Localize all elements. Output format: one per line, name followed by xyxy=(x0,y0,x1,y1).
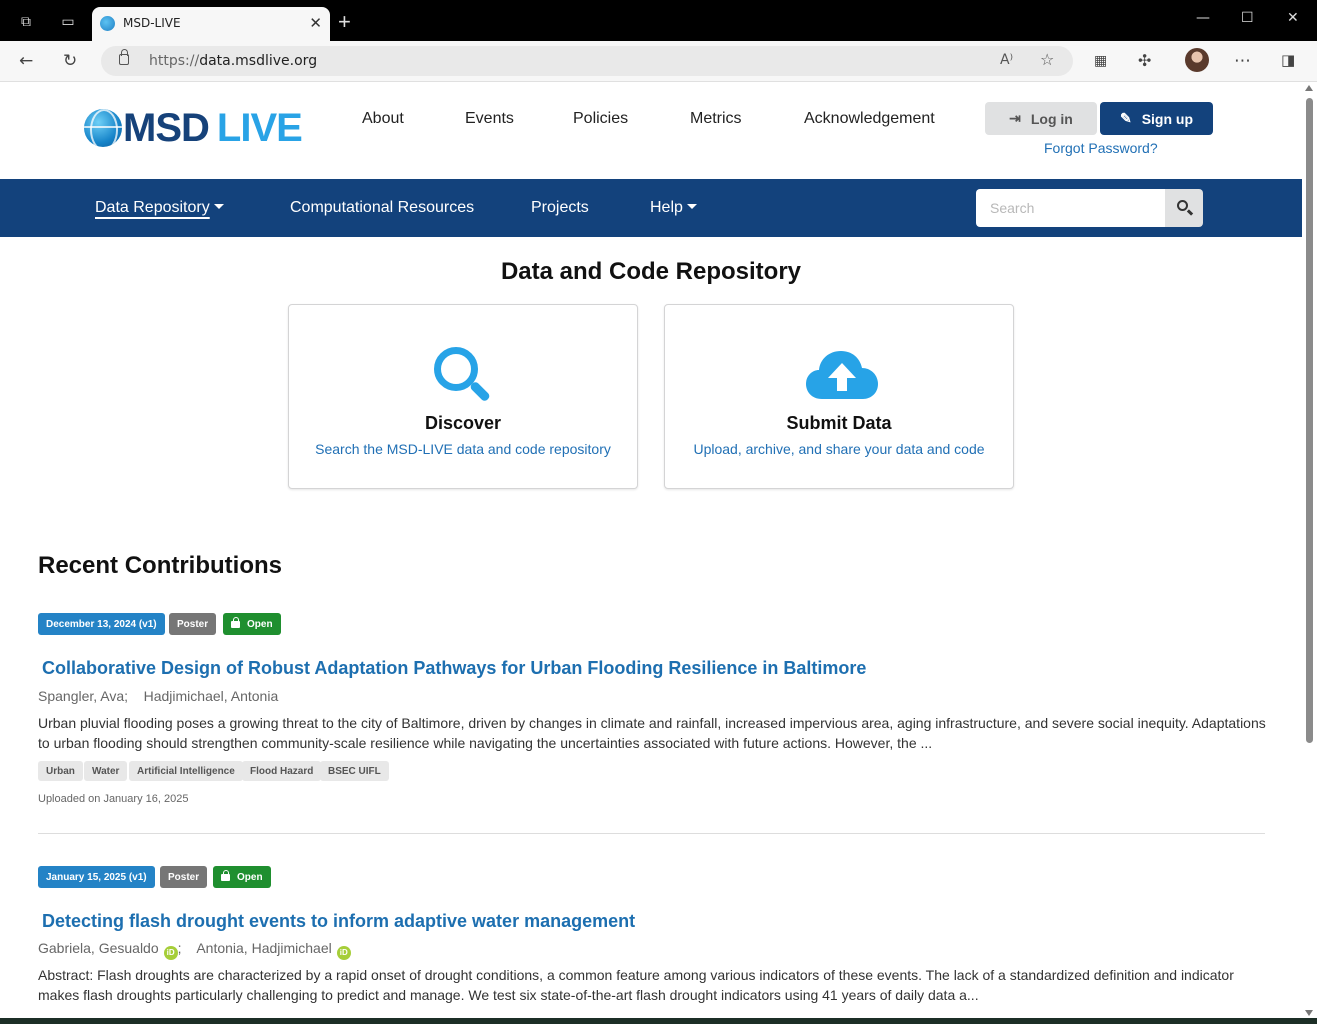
forgot-password-link[interactable]: Forgot Password? xyxy=(1044,140,1158,156)
scroll-up-icon[interactable] xyxy=(1305,85,1313,91)
card-title: Submit Data xyxy=(786,413,892,433)
caret-down-icon xyxy=(686,204,697,209)
access-badge: Open xyxy=(213,866,271,888)
taskbar-edge xyxy=(0,1018,1317,1024)
divider xyxy=(38,833,1265,834)
card-subtitle[interactable]: Search the MSD-LIVE data and code reposi… xyxy=(289,441,637,457)
search-icon xyxy=(434,347,492,405)
globe-logo-icon xyxy=(84,109,122,147)
scrollbar-thumb[interactable] xyxy=(1306,98,1313,743)
unlock-icon xyxy=(231,616,240,628)
nav-data-repository[interactable]: Data Repository xyxy=(95,199,224,217)
nav-policies[interactable]: Policies xyxy=(573,110,628,128)
resource-type-badge: Poster xyxy=(160,866,208,888)
read-aloud-icon[interactable]: A⁾ xyxy=(1000,52,1013,68)
globe-favicon-icon xyxy=(100,16,115,31)
version-date-badge: January 15, 2025 (v1) xyxy=(38,866,155,888)
more-menu-icon[interactable]: ⋯ xyxy=(1234,51,1251,71)
author-link[interactable]: Spangler, Ava xyxy=(38,688,124,704)
tab-actions-icon[interactable]: ▭ xyxy=(60,13,76,29)
resource-type-badge: Poster xyxy=(169,613,217,635)
browser-titlebar: ⧉ ▭ MSD-LIVE ✕ + — ☐ ✕ xyxy=(0,0,1317,41)
card-title: Discover xyxy=(424,413,502,433)
nav-help[interactable]: Help xyxy=(650,199,697,217)
workspaces-icon[interactable]: ⧉ xyxy=(18,13,34,29)
login-label: Log in xyxy=(1030,110,1073,127)
access-badge: Open xyxy=(223,613,281,635)
search-icon xyxy=(1177,200,1188,211)
new-tab-icon[interactable]: + xyxy=(338,9,351,35)
logo-text-msd: MSD xyxy=(123,105,210,150)
caret-down-icon xyxy=(213,204,224,209)
login-button[interactable]: ⇥ Log in xyxy=(985,102,1097,135)
address-bar[interactable]: https://data.msdlive.org A⁾ ☆ xyxy=(101,46,1073,76)
maximize-icon[interactable]: ☐ xyxy=(1241,10,1254,26)
lock-icon[interactable] xyxy=(119,49,129,65)
keyword-tag[interactable]: Flood Hazard xyxy=(242,761,322,781)
cloud-upload-icon xyxy=(806,351,878,399)
signup-button[interactable]: ✎ Sign up xyxy=(1100,102,1213,135)
record-title-link[interactable]: Detecting flash drought events to inform… xyxy=(42,911,635,932)
unlock-icon xyxy=(221,869,230,881)
nav-computational-resources[interactable]: Computational Resources xyxy=(290,199,474,217)
record-title-link[interactable]: Collaborative Design of Robust Adaptatio… xyxy=(42,658,866,679)
nav-events[interactable]: Events xyxy=(465,110,514,128)
recent-contributions-heading: Recent Contributions xyxy=(38,552,282,579)
extensions-icon[interactable]: ✣ xyxy=(1138,51,1151,70)
nav-metrics[interactable]: Metrics xyxy=(690,110,742,128)
msdlive-logo[interactable]: MSD LIVE xyxy=(84,105,303,150)
record-authors: Spangler, Ava; Hadjimichael, Antonia xyxy=(38,688,279,704)
page-viewport: MSD LIVE About Events Policies Metrics A… xyxy=(0,82,1302,1018)
record-abstract: Abstract: Flash droughts are characteriz… xyxy=(38,967,1234,1003)
close-tab-icon[interactable]: ✕ xyxy=(309,14,322,32)
sidebar-toggle-icon[interactable]: ◨ xyxy=(1281,51,1295,69)
search-input[interactable] xyxy=(976,189,1166,227)
nav-about[interactable]: About xyxy=(362,110,404,128)
card-subtitle[interactable]: Upload, archive, and share your data and… xyxy=(665,441,1013,457)
keyword-tag[interactable]: Water xyxy=(84,761,128,781)
back-icon[interactable]: ← xyxy=(19,51,33,71)
sign-in-icon: ⇥ xyxy=(1009,110,1021,126)
refresh-icon[interactable]: ↻ xyxy=(63,51,77,71)
submit-data-card[interactable]: Submit Data Upload, archive, and share y… xyxy=(664,304,1014,489)
profile-avatar[interactable] xyxy=(1185,48,1209,72)
author-link[interactable]: Gabriela, Gesualdo xyxy=(38,940,159,956)
qr-code-icon[interactable]: ▦ xyxy=(1094,53,1107,69)
search-button[interactable] xyxy=(1165,189,1203,227)
nav-acknowledgement[interactable]: Acknowledgement xyxy=(804,110,935,128)
keyword-tag[interactable]: Artificial Intelligence xyxy=(129,761,243,781)
favorite-star-icon[interactable]: ☆ xyxy=(1040,50,1054,69)
edit-icon: ✎ xyxy=(1119,110,1132,126)
keyword-tag[interactable]: Urban xyxy=(38,761,83,781)
record-authors: Gabriela, Gesualdo iD; Antonia, Hadjimich… xyxy=(38,940,351,960)
main-navbar: Data Repository Computational Resources … xyxy=(0,179,1302,237)
browser-toolbar: ← ↻ https://data.msdlive.org A⁾ ☆ ▦ ✣ ⋯ … xyxy=(0,41,1317,82)
url-text[interactable]: https://data.msdlive.org xyxy=(149,53,317,69)
upload-date: Uploaded on January 16, 2025 xyxy=(38,793,189,805)
signup-label: Sign up xyxy=(1141,110,1194,127)
keyword-tag[interactable]: BSEC UIFL xyxy=(320,761,389,781)
discover-card[interactable]: Discover Search the MSD-LIVE data and co… xyxy=(288,304,638,489)
nav-projects[interactable]: Projects xyxy=(531,199,589,217)
orcid-icon[interactable]: iD xyxy=(163,946,178,960)
browser-tab[interactable]: MSD-LIVE ✕ xyxy=(92,7,330,41)
author-link[interactable]: Antonia, Hadjimichael xyxy=(196,940,331,956)
orcid-icon[interactable]: iD xyxy=(336,946,351,960)
scroll-down-icon[interactable] xyxy=(1305,1010,1313,1016)
record-abstract: Urban pluvial flooding poses a growing t… xyxy=(38,715,1266,751)
author-link[interactable]: Hadjimichael, Antonia xyxy=(144,688,279,704)
repository-title: Data and Code Repository xyxy=(500,258,802,285)
logo-text-live: LIVE xyxy=(216,105,303,150)
close-window-icon[interactable]: ✕ xyxy=(1287,10,1299,26)
minimize-icon[interactable]: — xyxy=(1196,10,1210,26)
tab-title: MSD-LIVE xyxy=(123,16,181,30)
version-date-badge: December 13, 2024 (v1) xyxy=(38,613,165,635)
page-scrollbar[interactable] xyxy=(1302,82,1317,1018)
